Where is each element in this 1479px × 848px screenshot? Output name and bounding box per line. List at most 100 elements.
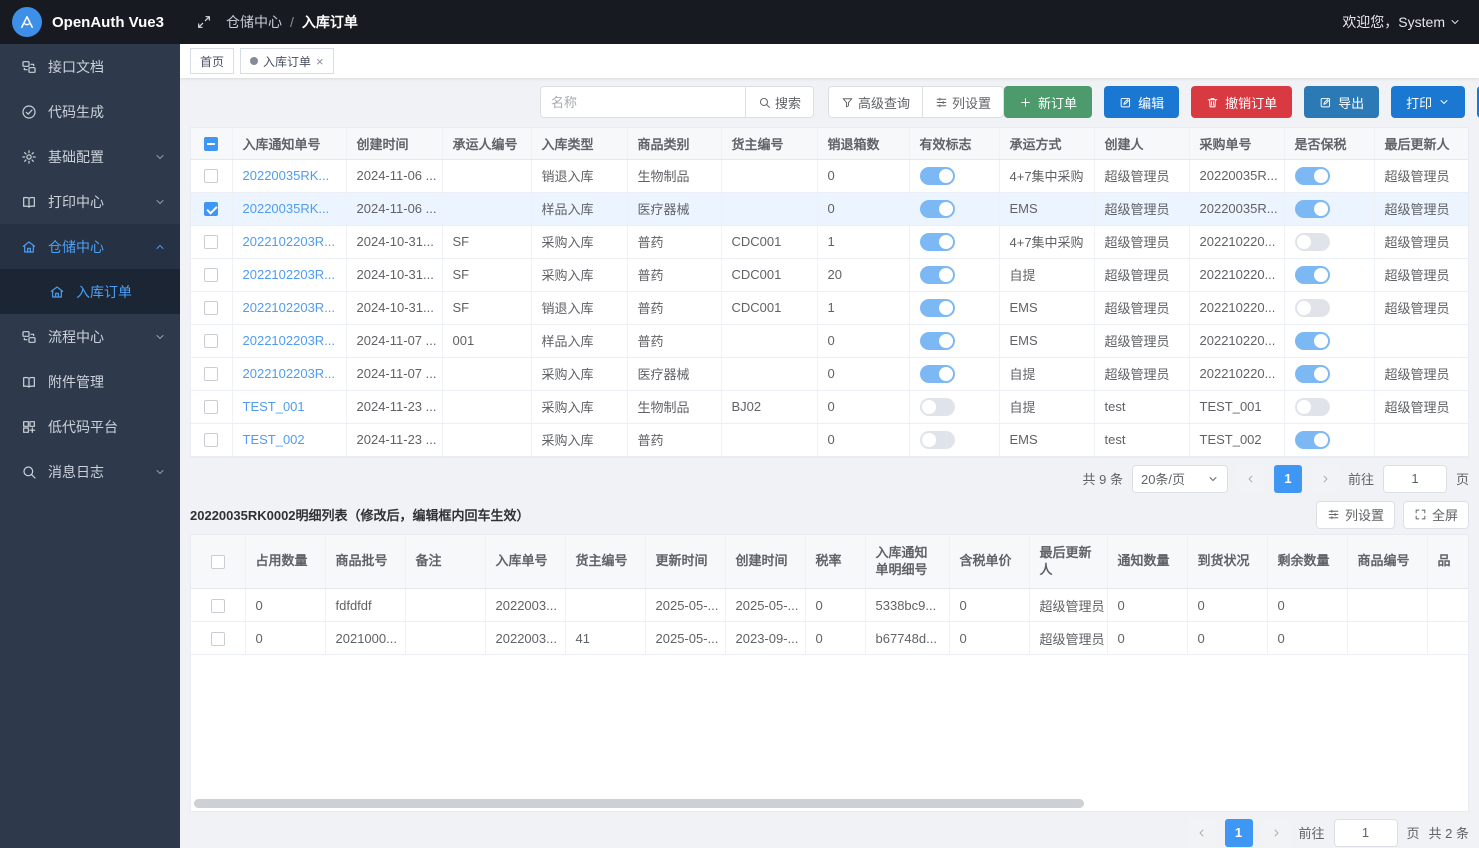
select-all-checkbox[interactable] — [204, 137, 218, 151]
bonded-toggle[interactable] — [1295, 299, 1330, 317]
action-button-打印[interactable]: 打印 — [1391, 86, 1465, 118]
bonded-toggle[interactable] — [1295, 398, 1330, 416]
column-header-order_no[interactable]: 入库单号 — [485, 535, 565, 589]
order-link[interactable]: 2022102203R... — [243, 267, 336, 282]
prev-page-button[interactable] — [1188, 819, 1216, 847]
tab-入库订单[interactable]: 入库订单× — [240, 48, 334, 74]
column-header-inbound_type[interactable]: 入库类型 — [531, 128, 627, 159]
column-header-remaining_qty[interactable]: 剩余数量 — [1267, 535, 1347, 589]
select-all-checkbox[interactable] — [211, 555, 225, 569]
column-header-created[interactable]: 创建时间 — [346, 128, 442, 159]
row-checkbox[interactable] — [204, 367, 218, 381]
row-checkbox[interactable] — [204, 169, 218, 183]
goto-page-input[interactable] — [1334, 819, 1398, 847]
row-checkbox[interactable] — [204, 235, 218, 249]
column-header-occupied_qty[interactable]: 占用数量 — [245, 535, 325, 589]
detail-column-settings-button[interactable]: 列设置 — [1316, 501, 1395, 529]
column-header-remark[interactable]: 备注 — [405, 535, 485, 589]
page-size-select[interactable]: 20条/页 — [1132, 465, 1228, 493]
order-link[interactable]: 2022102203R... — [243, 366, 336, 381]
sidebar-item-5[interactable]: 仓储中心 — [0, 224, 180, 269]
valid_flag-toggle[interactable] — [920, 299, 955, 317]
action-button-新订单[interactable]: 新订单 — [1004, 86, 1092, 118]
column-header-carrier_no[interactable]: 承运人编号 — [442, 128, 531, 159]
column-header-transport[interactable]: 承运方式 — [999, 128, 1094, 159]
column-header-batch_no[interactable]: 商品批号 — [325, 535, 405, 589]
search-button[interactable]: 搜索 — [745, 86, 814, 118]
sidebar-subitem[interactable]: 入库订单 — [0, 269, 180, 314]
column-header-notice_no[interactable]: 入库通知单号 — [232, 128, 346, 159]
search-input[interactable] — [540, 86, 745, 118]
column-header-notify_qty[interactable]: 通知数量 — [1107, 535, 1187, 589]
column-header-cutoff[interactable]: 品 — [1427, 535, 1469, 589]
valid_flag-toggle[interactable] — [920, 200, 955, 218]
column-header-arrival_status[interactable]: 到货状况 — [1187, 535, 1267, 589]
advanced-query-button[interactable]: 高级查询 — [828, 86, 923, 118]
column-header-notice_detail_no[interactable]: 入库通知单明细号 — [865, 535, 949, 589]
row-checkbox[interactable] — [211, 599, 225, 613]
order-link[interactable]: 2022102203R... — [243, 234, 336, 249]
column-header-category[interactable]: 商品类别 — [627, 128, 721, 159]
bonded-toggle[interactable] — [1295, 332, 1330, 350]
valid_flag-toggle[interactable] — [920, 431, 955, 449]
sidebar-item-7[interactable]: 附件管理 — [0, 359, 180, 404]
column-header-created[interactable]: 创建时间 — [725, 535, 805, 589]
order-link[interactable]: 2022102203R... — [243, 333, 336, 348]
sidebar-item-1[interactable]: 接口文档 — [0, 44, 180, 89]
column-settings-button[interactable]: 列设置 — [922, 86, 1004, 118]
bonded-toggle[interactable] — [1295, 233, 1330, 251]
column-header-owner_no[interactable]: 货主编号 — [721, 128, 817, 159]
sidebar-item-4[interactable]: 打印中心 — [0, 179, 180, 224]
fullscreen-button[interactable]: 全屏 — [1403, 501, 1469, 529]
row-checkbox[interactable] — [211, 632, 225, 646]
order-link[interactable]: 20220035RK... — [243, 201, 330, 216]
sidebar-item-8[interactable]: 低代码平台 — [0, 404, 180, 449]
sidebar-item-9[interactable]: 消息日志 — [0, 449, 180, 494]
order-link[interactable]: 20220035RK... — [243, 168, 330, 183]
valid_flag-toggle[interactable] — [920, 332, 955, 350]
column-header-return_boxes[interactable]: 销退箱数 — [817, 128, 909, 159]
column-header-updated[interactable]: 更新时间 — [645, 535, 725, 589]
goto-page-input[interactable] — [1383, 465, 1447, 493]
tab-首页[interactable]: 首页 — [190, 48, 234, 74]
column-header-product_no[interactable]: 商品编号 — [1347, 535, 1427, 589]
column-header-last_updater[interactable]: 最后更新人 — [1029, 535, 1107, 589]
bonded-toggle[interactable] — [1295, 167, 1330, 185]
next-page-button[interactable] — [1311, 465, 1339, 493]
prev-page-button[interactable] — [1237, 465, 1265, 493]
sidebar-item-6[interactable]: 流程中心 — [0, 314, 180, 359]
action-button-撤销订单[interactable]: 撤销订单 — [1191, 86, 1292, 118]
bonded-toggle[interactable] — [1295, 431, 1330, 449]
current-page-button[interactable]: 1 — [1225, 819, 1253, 847]
column-header-tax_rate[interactable]: 税率 — [805, 535, 865, 589]
next-page-button[interactable] — [1262, 819, 1290, 847]
row-checkbox[interactable] — [204, 400, 218, 414]
current-page-button[interactable]: 1 — [1274, 465, 1302, 493]
row-checkbox[interactable] — [204, 433, 218, 447]
row-checkbox[interactable] — [204, 334, 218, 348]
column-header-creator[interactable]: 创建人 — [1094, 128, 1189, 159]
column-header-bonded[interactable]: 是否保税 — [1284, 128, 1374, 159]
valid_flag-toggle[interactable] — [920, 365, 955, 383]
action-button-编辑[interactable]: 编辑 — [1104, 86, 1179, 118]
column-header-valid_flag[interactable]: 有效标志 — [909, 128, 999, 159]
user-menu[interactable]: 欢迎您，System — [1342, 12, 1461, 32]
sidebar-item-2[interactable]: 代码生成 — [0, 89, 180, 134]
close-icon[interactable]: × — [316, 55, 324, 68]
valid_flag-toggle[interactable] — [920, 167, 955, 185]
column-header-purchase_no[interactable]: 采购单号 — [1189, 128, 1284, 159]
valid_flag-toggle[interactable] — [920, 398, 955, 416]
row-checkbox[interactable] — [204, 301, 218, 315]
bonded-toggle[interactable] — [1295, 365, 1330, 383]
row-checkbox[interactable] — [204, 202, 218, 216]
collapse-sidebar-icon[interactable] — [196, 14, 212, 30]
valid_flag-toggle[interactable] — [920, 266, 955, 284]
action-button-导出[interactable]: 导出 — [1304, 86, 1379, 118]
breadcrumb-parent[interactable]: 仓储中心 — [226, 12, 282, 32]
column-header-owner_no[interactable]: 货主编号 — [565, 535, 645, 589]
column-header-tax_price[interactable]: 含税单价 — [949, 535, 1029, 589]
order-link[interactable]: TEST_002 — [243, 432, 305, 447]
valid_flag-toggle[interactable] — [920, 233, 955, 251]
row-checkbox[interactable] — [204, 268, 218, 282]
order-link[interactable]: 2022102203R... — [243, 300, 336, 315]
